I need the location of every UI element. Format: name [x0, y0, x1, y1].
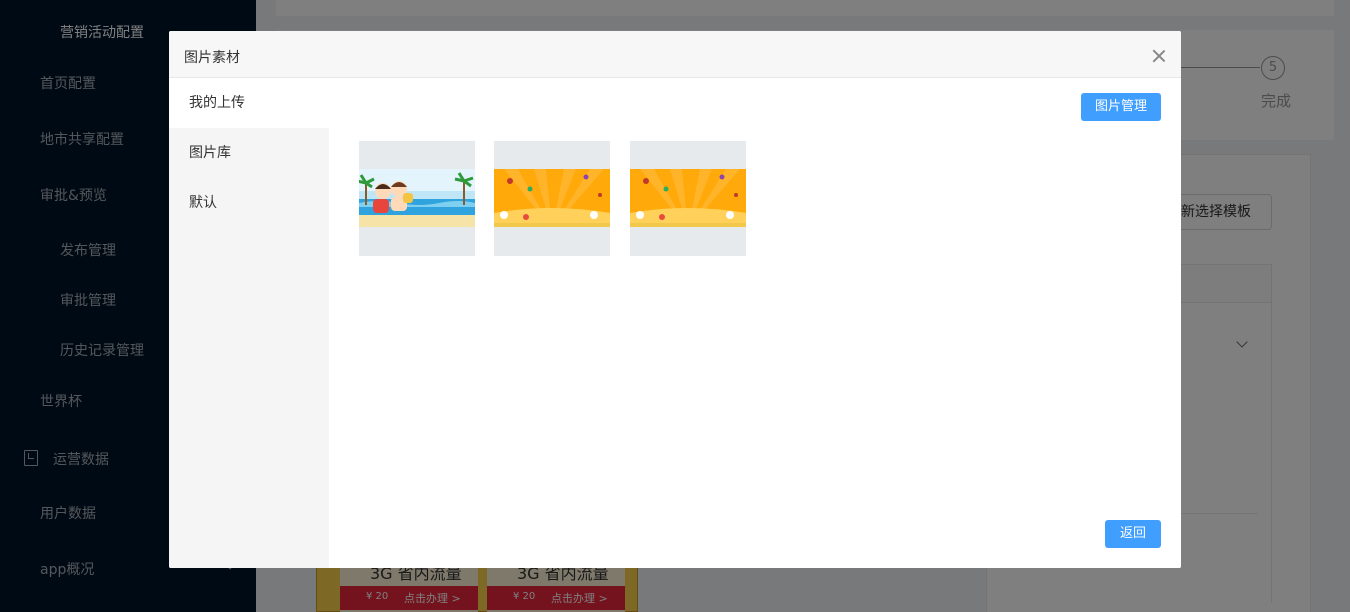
tab-default[interactable]: 默认: [169, 178, 329, 228]
tab-my-uploads[interactable]: 我的上传: [169, 78, 329, 128]
back-button[interactable]: 返回: [1105, 520, 1161, 548]
image-thumbnail[interactable]: [630, 141, 746, 256]
dialog-title: 图片素材: [184, 50, 240, 66]
dialog-nav: 我的上传 图片库 默认: [169, 78, 329, 568]
tab-image-library[interactable]: 图片库: [169, 128, 329, 178]
image-material-dialog: 图片素材 我的上传 图片库 默认 图片管理 返回: [169, 31, 1181, 568]
dialog-header: 图片素材: [169, 31, 1181, 78]
orange-banner-image: [494, 169, 610, 227]
close-icon[interactable]: [1153, 50, 1165, 62]
beach-image: [359, 169, 475, 227]
image-thumbnail[interactable]: [494, 141, 610, 256]
image-thumbnail[interactable]: [359, 141, 475, 256]
orange-banner-image: [630, 169, 746, 227]
dialog-content: 图片管理 返回: [329, 78, 1181, 568]
image-manage-button[interactable]: 图片管理: [1081, 93, 1161, 121]
